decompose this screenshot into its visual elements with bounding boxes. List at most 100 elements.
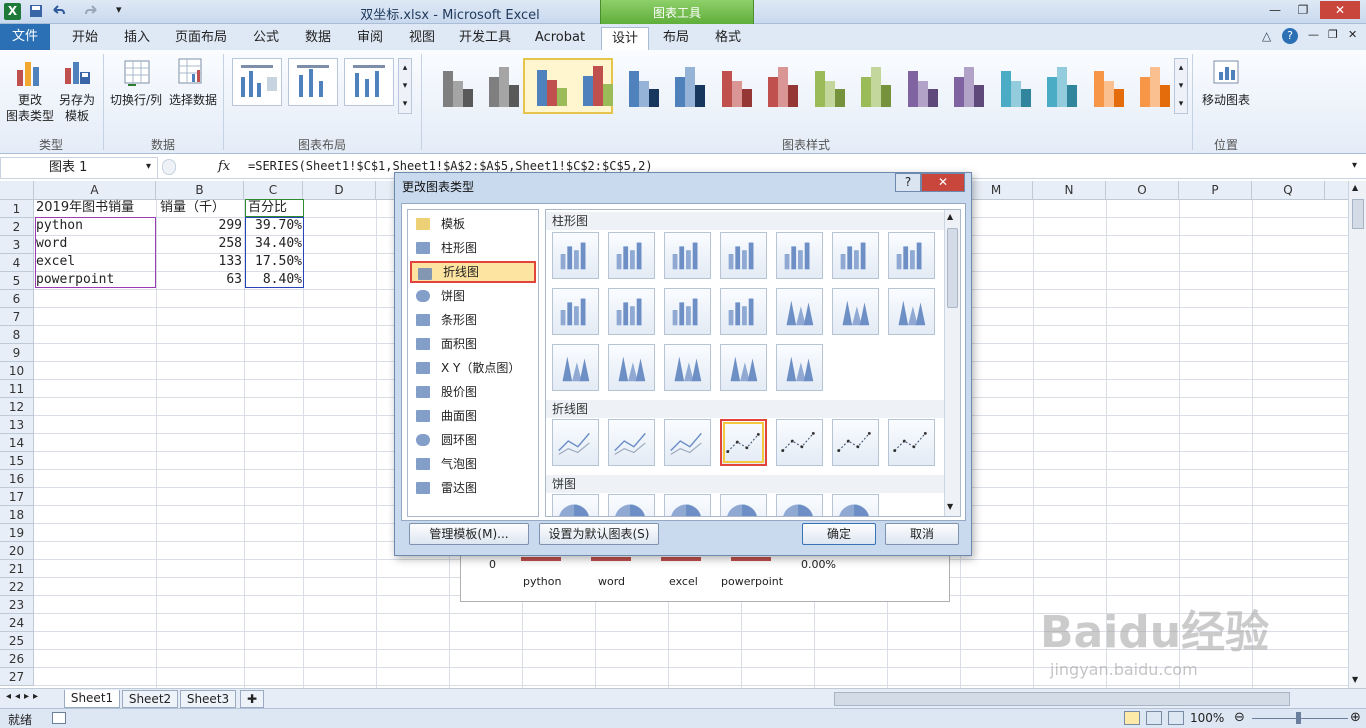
close-button[interactable]: ✕ [1320, 1, 1360, 19]
sheet-tab-sheet2[interactable]: Sheet2 [122, 690, 178, 708]
pie-subtype-1[interactable] [552, 494, 599, 516]
chart-type-bar[interactable]: 条形图 [410, 309, 536, 331]
row-header-11[interactable]: 11 [0, 380, 34, 398]
column-subtype-1[interactable] [552, 232, 599, 279]
column-header-c[interactable]: C [244, 181, 303, 200]
chart-style-4[interactable] [709, 58, 799, 114]
chart-type-scatter[interactable]: X Y（散点图） [410, 357, 536, 379]
tab-acrobat[interactable]: Acrobat [528, 27, 592, 50]
chart-type-doughnut[interactable]: 圆环图 [410, 429, 536, 451]
tab-file[interactable]: 文件 [0, 24, 50, 50]
select-all-corner[interactable] [0, 181, 34, 200]
select-data-button[interactable]: 选择数据 [166, 92, 220, 108]
column-subtype-10[interactable] [664, 288, 711, 335]
zoom-level[interactable]: 100% [1190, 711, 1224, 725]
row-header-12[interactable]: 12 [0, 398, 34, 416]
row-header-15[interactable]: 15 [0, 452, 34, 470]
chart-style-6[interactable] [895, 58, 985, 114]
column-subtype-7[interactable] [888, 232, 935, 279]
column-subtype-8[interactable] [552, 288, 599, 335]
maximize-button[interactable]: ❐ [1290, 1, 1316, 19]
change-chart-type-button[interactable]: 更改 图表类型 [4, 92, 56, 124]
tab-view[interactable]: 视图 [400, 27, 444, 50]
scroll-down-icon[interactable]: ▼ [1352, 675, 1358, 684]
row-header-7[interactable]: 7 [0, 308, 34, 326]
column-header-d[interactable]: D [303, 181, 376, 200]
column-subtype-18[interactable] [720, 344, 767, 391]
chart-type-stock[interactable]: 股价图 [410, 381, 536, 403]
zoom-in-icon[interactable]: ⊕ [1350, 710, 1361, 725]
row-header-19[interactable]: 19 [0, 524, 34, 542]
column-subtype-15[interactable] [552, 344, 599, 391]
column-subtype-4[interactable] [720, 232, 767, 279]
formula-expand-icon[interactable]: ▾ [1352, 160, 1357, 171]
row-header-3[interactable]: 3 [0, 236, 34, 254]
column-subtype-2[interactable] [608, 232, 655, 279]
name-box[interactable]: 图表 1 [0, 157, 158, 179]
cell-b5[interactable]: 63 [158, 271, 242, 289]
tab-home[interactable]: 开始 [60, 27, 110, 50]
workbook-restore-button[interactable]: ❐ [1328, 28, 1338, 41]
row-header-2[interactable]: 2 [0, 218, 34, 236]
chart-style-8[interactable] [1081, 58, 1171, 114]
scroll-up-icon[interactable]: ▲ [947, 212, 953, 221]
pie-subtype-5[interactable] [776, 494, 823, 516]
cell-a1[interactable]: 2019年图书销量 [36, 199, 134, 217]
sheet-nav-arrows-icon[interactable]: ◂◂▸▸ [6, 691, 42, 702]
column-subtype-14[interactable] [888, 288, 935, 335]
gallery-scrollbar[interactable]: ▲ ▼ [944, 210, 960, 516]
chart-style-1[interactable] [430, 58, 520, 114]
formula-input[interactable]: =SERIES(Sheet1!$C$1,Sheet1!$A$2:$A$5,She… [248, 159, 653, 173]
pie-subtype-2[interactable] [608, 494, 655, 516]
row-header-8[interactable]: 8 [0, 326, 34, 344]
normal-view-icon[interactable] [1124, 711, 1140, 725]
line-subtype-6[interactable] [832, 419, 879, 466]
column-subtype-5[interactable] [776, 232, 823, 279]
row-header-5[interactable]: 5 [0, 272, 34, 290]
column-subtype-19[interactable] [776, 344, 823, 391]
tab-insert[interactable]: 插入 [112, 27, 162, 50]
line-subtype-7[interactable] [888, 419, 935, 466]
manage-templates-button[interactable]: 管理模板(M)... [409, 523, 529, 545]
row-header-24[interactable]: 24 [0, 614, 34, 632]
row-header-4[interactable]: 4 [0, 254, 34, 272]
column-header-a[interactable]: A [34, 181, 156, 200]
chart-layout-2[interactable] [288, 58, 338, 106]
column-subtype-17[interactable] [664, 344, 711, 391]
name-box-dropdown-icon[interactable]: ▾ [146, 161, 151, 172]
chart-type-folder[interactable]: 模板 [410, 213, 536, 235]
cell-b4[interactable]: 133 [158, 253, 242, 271]
column-header-q[interactable]: Q [1252, 181, 1325, 200]
column-header-p[interactable]: P [1179, 181, 1252, 200]
page-break-view-icon[interactable] [1168, 711, 1184, 725]
vertical-scrollbar[interactable]: ▲ ▼ [1348, 181, 1366, 688]
scroll-up-icon[interactable]: ▲ [1352, 183, 1358, 192]
row-header-22[interactable]: 22 [0, 578, 34, 596]
line-subtype-3[interactable] [664, 419, 711, 466]
page-layout-view-icon[interactable] [1146, 711, 1162, 725]
row-header-13[interactable]: 13 [0, 416, 34, 434]
pie-subtype-4[interactable] [720, 494, 767, 516]
column-subtype-9[interactable] [608, 288, 655, 335]
row-header-21[interactable]: 21 [0, 560, 34, 578]
vertical-scroll-thumb[interactable] [1352, 199, 1364, 229]
line-subtype-4[interactable] [720, 419, 767, 466]
horizontal-scroll-thumb[interactable] [834, 692, 1290, 706]
chart-layout-3[interactable] [344, 58, 394, 106]
chart-area[interactable]: 0 0.00% python word excel powerpoint [460, 548, 950, 602]
macro-record-icon[interactable] [52, 712, 66, 724]
cell-b3[interactable]: 258 [158, 235, 242, 253]
minimize-button[interactable]: — [1262, 1, 1288, 19]
row-header-10[interactable]: 10 [0, 362, 34, 380]
chart-type-column[interactable]: 柱形图 [410, 237, 536, 259]
workbook-minimize-button[interactable]: — [1308, 28, 1319, 41]
formula-expand-handle[interactable] [162, 159, 176, 175]
zoom-slider-thumb[interactable] [1296, 712, 1301, 724]
row-header-17[interactable]: 17 [0, 488, 34, 506]
column-header-n[interactable]: N [1033, 181, 1106, 200]
collapse-ribbon-icon[interactable]: △ [1262, 29, 1271, 43]
tab-layout[interactable]: 布局 [654, 27, 698, 50]
set-default-chart-button[interactable]: 设置为默认图表(S) [539, 523, 659, 545]
cell-b2[interactable]: 299 [158, 217, 242, 235]
save-as-template-button[interactable]: 另存为 模板 [54, 92, 100, 124]
